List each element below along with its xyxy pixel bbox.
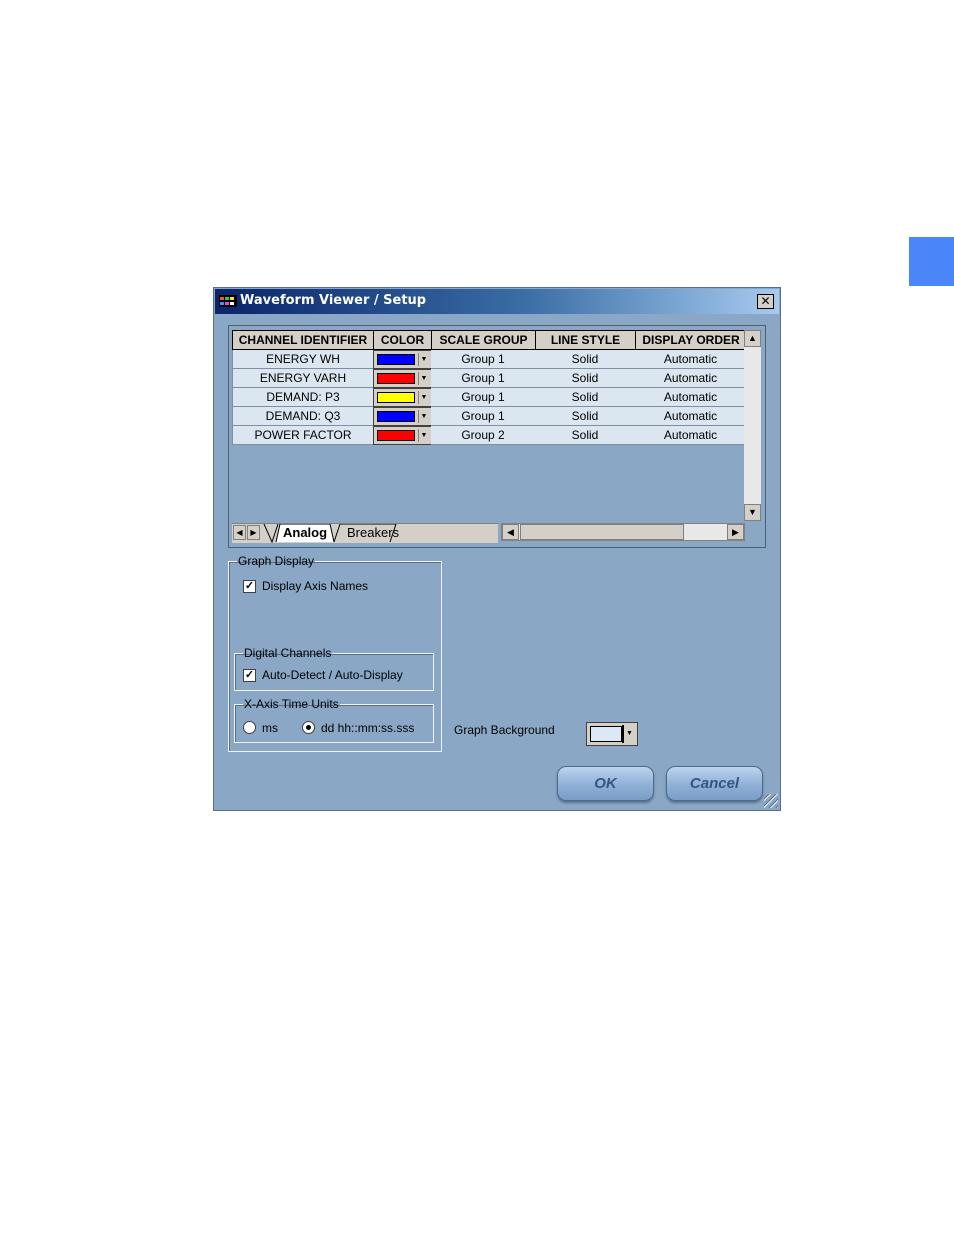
cell-line-style[interactable]: Solid <box>535 388 636 407</box>
close-button[interactable]: ✕ <box>757 294 774 309</box>
arrow-up-icon: ▲ <box>748 333 757 343</box>
table-row[interactable]: ENERGY WH ▼ Group 1 Solid Automatic <box>232 350 747 369</box>
digital-channels-legend: Digital Channels <box>244 646 332 660</box>
cell-line-style[interactable]: Solid <box>535 350 636 369</box>
cell-scale-group[interactable]: Group 1 <box>431 350 536 369</box>
radio-ms-label: ms <box>262 721 278 735</box>
cell-display-order[interactable]: Automatic <box>635 388 747 407</box>
display-axis-names-checkbox[interactable]: ✓ <box>243 580 256 593</box>
ok-button[interactable]: OK <box>557 766 654 801</box>
hscroll-right-button[interactable]: ▶ <box>727 524 744 540</box>
arrow-left-icon: ◀ <box>507 527 514 537</box>
radio-dd-hh-mm-ss-label: dd hh::mm:ss.sss <box>321 721 415 735</box>
cell-channel[interactable]: POWER FACTOR <box>232 426 374 445</box>
dropdown-arrow-icon: ▼ <box>622 725 635 743</box>
radio-ms[interactable] <box>243 721 256 734</box>
column-header-channel-identifier[interactable]: CHANNEL IDENTIFIER <box>232 330 374 350</box>
channel-grid: CHANNEL IDENTIFIER COLOR SCALE GROUP LIN… <box>228 325 766 548</box>
x-axis-time-units-legend: X-Axis Time Units <box>244 697 339 711</box>
cancel-button[interactable]: Cancel <box>666 766 763 801</box>
arrow-right-icon: ▶ <box>732 527 739 537</box>
color-dropdown[interactable]: ▼ <box>373 388 432 407</box>
x-axis-time-units-group: X-Axis Time Units <box>234 697 434 743</box>
waveform-viewer-setup-dialog: Waveform Viewer / Setup ✕ CHANNEL IDENTI… <box>213 287 781 811</box>
color-swatch <box>377 392 415 403</box>
app-icon <box>219 295 237 307</box>
color-swatch <box>377 354 415 365</box>
cell-scale-group[interactable]: Group 2 <box>431 426 536 445</box>
tab-scroll-left-button[interactable]: ◀ <box>233 525 246 540</box>
graph-display-legend: Graph Display <box>238 554 315 568</box>
color-dropdown[interactable]: ▼ <box>373 369 432 388</box>
radio-selected-dot <box>306 725 311 730</box>
tab-scroll-right-button[interactable]: ▶ <box>247 525 260 540</box>
hscroll-left-button[interactable]: ◀ <box>502 524 519 540</box>
dropdown-arrow-icon: ▼ <box>418 372 429 385</box>
cell-line-style[interactable]: Solid <box>535 426 636 445</box>
dropdown-arrow-icon: ▼ <box>418 391 429 404</box>
column-header-color[interactable]: COLOR <box>373 330 432 350</box>
cell-channel[interactable]: ENERGY WH <box>232 350 374 369</box>
table-row[interactable]: ENERGY VARH ▼ Group 1 Solid Automatic <box>232 369 747 388</box>
auto-detect-checkbox[interactable]: ✓ <box>243 669 256 682</box>
cell-channel[interactable]: DEMAND: Q3 <box>232 407 374 426</box>
check-icon: ✓ <box>244 580 255 592</box>
arrow-left-icon: ◀ <box>236 528 243 537</box>
cell-channel[interactable]: ENERGY VARH <box>232 369 374 388</box>
display-axis-names-label: Display Axis Names <box>262 579 369 593</box>
scroll-up-button[interactable]: ▲ <box>744 330 761 347</box>
grid-vertical-scrollbar[interactable]: ▲ ▼ <box>744 330 761 521</box>
page-side-tab <box>909 237 954 286</box>
dropdown-arrow-icon: ▼ <box>418 353 429 366</box>
column-header-display-order[interactable]: DISPLAY ORDER <box>635 330 747 350</box>
tab-breakers[interactable]: Breakers <box>347 524 399 542</box>
color-dropdown[interactable]: ▼ <box>373 407 432 426</box>
cell-scale-group[interactable]: Group 1 <box>431 369 536 388</box>
color-swatch <box>377 411 415 422</box>
table-row[interactable]: DEMAND: P3 ▼ Group 1 Solid Automatic <box>232 388 747 407</box>
table-row[interactable]: DEMAND: Q3 ▼ Group 1 Solid Automatic <box>232 407 747 426</box>
window-title: Waveform Viewer / Setup <box>240 293 427 308</box>
column-header-scale-group[interactable]: SCALE GROUP <box>431 330 536 350</box>
cell-display-order[interactable]: Automatic <box>635 426 747 445</box>
cell-line-style[interactable]: Solid <box>535 369 636 388</box>
color-swatch <box>377 430 415 441</box>
radio-dd-hh-mm-ss[interactable] <box>302 721 315 734</box>
arrow-down-icon: ▼ <box>748 507 757 517</box>
graph-background-label: Graph Background <box>454 723 555 737</box>
cell-channel[interactable]: DEMAND: P3 <box>232 388 374 407</box>
close-icon: ✕ <box>760 294 771 308</box>
cell-scale-group[interactable]: Group 1 <box>431 388 536 407</box>
cell-display-order[interactable]: Automatic <box>635 407 747 426</box>
scroll-down-button[interactable]: ▼ <box>744 504 761 521</box>
graph-background-color-picker[interactable]: ▼ <box>586 722 638 746</box>
arrow-right-icon: ▶ <box>250 528 257 537</box>
table-row[interactable]: POWER FACTOR ▼ Group 2 Solid Automatic <box>232 426 747 445</box>
check-icon: ✓ <box>244 669 255 681</box>
tab-analog[interactable]: Analog <box>283 524 327 542</box>
cell-display-order[interactable]: Automatic <box>635 350 747 369</box>
title-bar[interactable]: Waveform Viewer / Setup ✕ <box>215 289 779 314</box>
auto-detect-label: Auto-Detect / Auto-Display <box>262 668 403 682</box>
column-header-line-style[interactable]: LINE STYLE <box>535 330 636 350</box>
resize-grip-icon[interactable] <box>764 794 778 808</box>
grid-horizontal-scrollbar[interactable]: ◀ ▶ <box>501 523 745 541</box>
sheet-tab-strip: ◀ ▶ Analog Breakers <box>232 523 498 543</box>
dropdown-arrow-icon: ▼ <box>418 410 429 423</box>
cell-display-order[interactable]: Automatic <box>635 369 747 388</box>
color-dropdown[interactable]: ▼ <box>373 350 432 369</box>
color-dropdown[interactable]: ▼ <box>373 426 432 445</box>
color-swatch <box>377 373 415 384</box>
dropdown-arrow-icon: ▼ <box>418 429 429 442</box>
graph-background-swatch <box>590 726 622 742</box>
cell-scale-group[interactable]: Group 1 <box>431 407 536 426</box>
cell-line-style[interactable]: Solid <box>535 407 636 426</box>
hscroll-thumb[interactable] <box>520 524 684 540</box>
